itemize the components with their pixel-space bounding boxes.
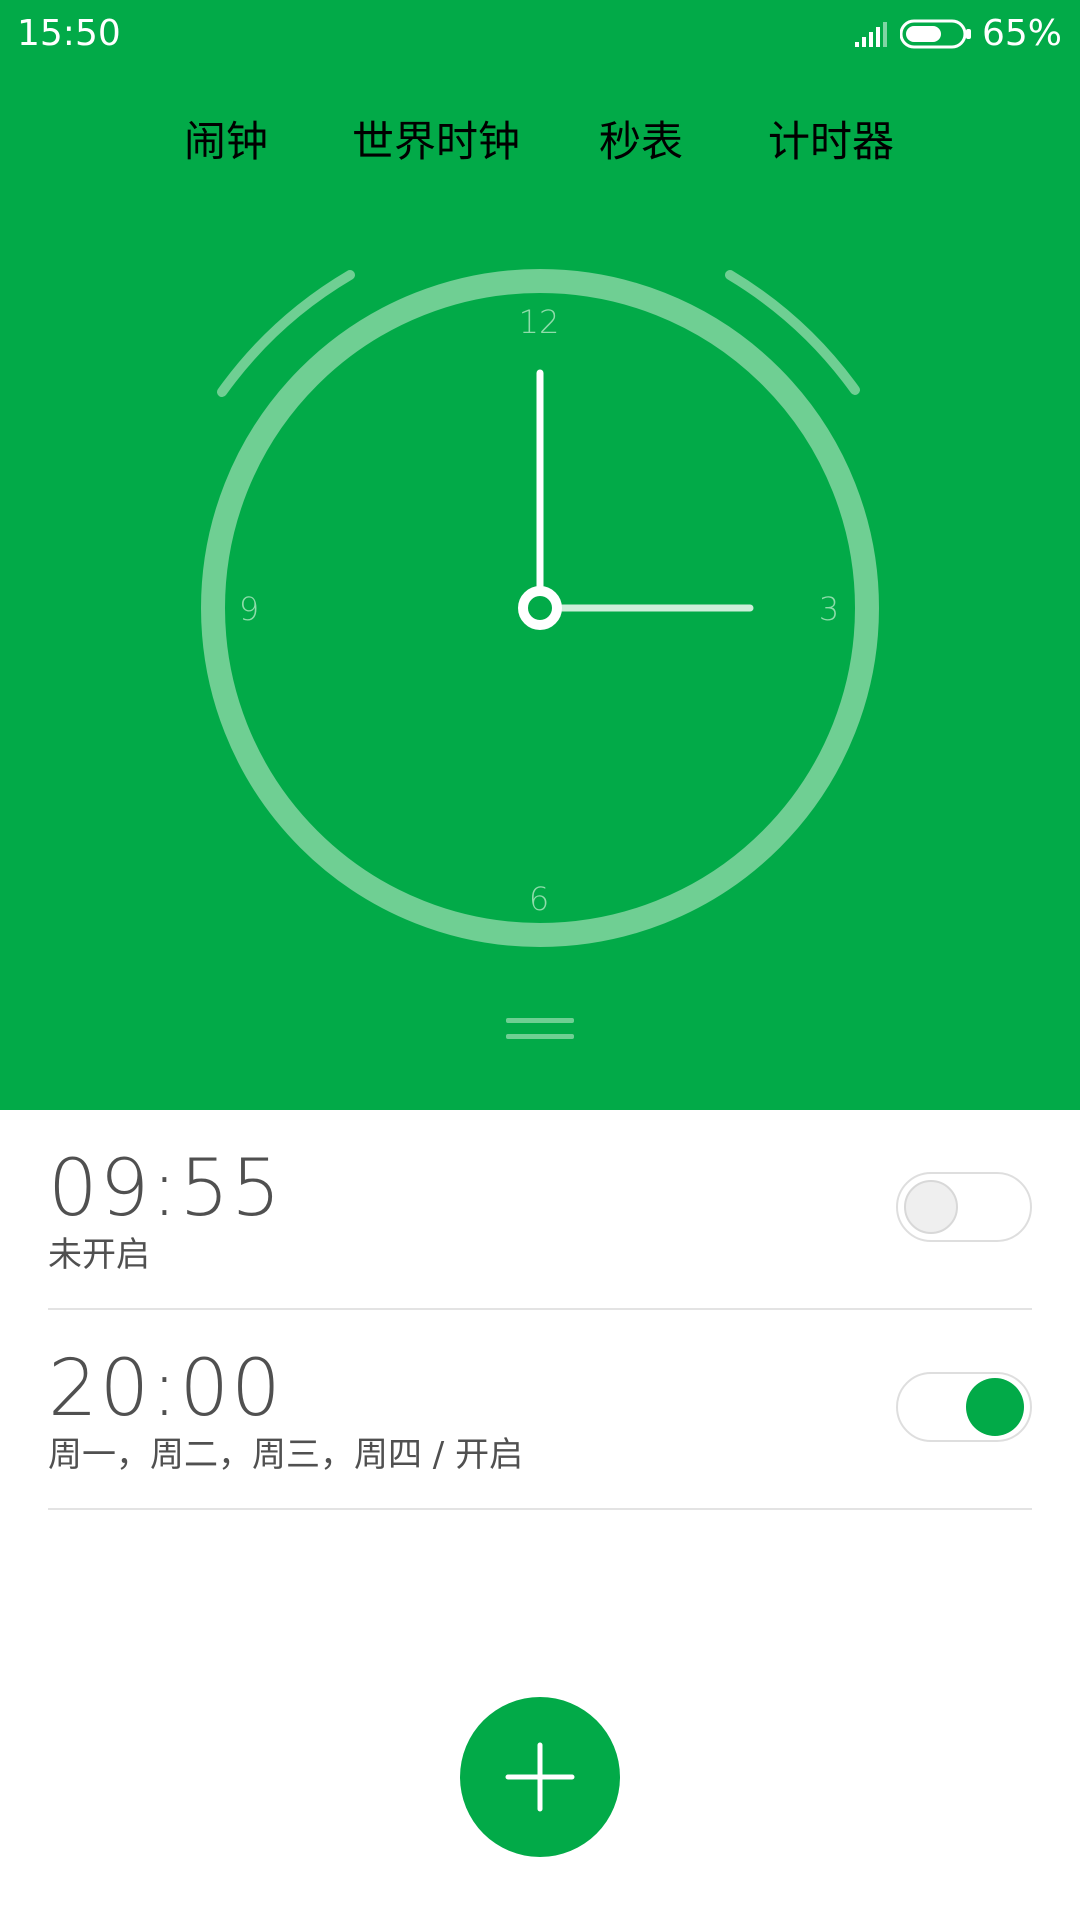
alarm-subtitle: 未开启 xyxy=(48,1235,150,1275)
header: 15:50 65% 闹钟 世界时钟 秒表 计时器 12 3 6 9 xyxy=(0,0,1080,1110)
alarm-list-item[interactable]: 20:00 周一，周二，周三，周四 / 开启 xyxy=(48,1310,1032,1510)
drag-handle-icon[interactable] xyxy=(506,1018,574,1039)
clock-bell-left-icon xyxy=(217,270,355,397)
alarm-subtitle: 周一，周二，周三，周四 / 开启 xyxy=(48,1435,524,1475)
toggle-knob xyxy=(904,1180,958,1234)
toggle-knob xyxy=(966,1378,1024,1436)
alarm-time: 20:00 xyxy=(48,1344,283,1434)
clock-numeral-12: 12 xyxy=(519,303,560,341)
alarm-time: 09:55 xyxy=(48,1144,283,1234)
add-alarm-button[interactable] xyxy=(460,1697,620,1857)
clock-bell-right-icon xyxy=(725,270,860,395)
alarm-toggle[interactable] xyxy=(896,1172,1032,1242)
clock-numeral-6: 6 xyxy=(529,880,549,918)
clock-numeral-9: 9 xyxy=(239,590,259,628)
analog-clock: 12 3 6 9 xyxy=(201,269,879,1039)
alarm-toggle[interactable] xyxy=(896,1372,1032,1442)
add-icon xyxy=(505,1742,575,1812)
clock-center-hub xyxy=(518,586,562,630)
alarm-list-item[interactable]: 09:55 未开启 xyxy=(48,1110,1032,1310)
clock-numeral-3: 3 xyxy=(819,590,839,628)
